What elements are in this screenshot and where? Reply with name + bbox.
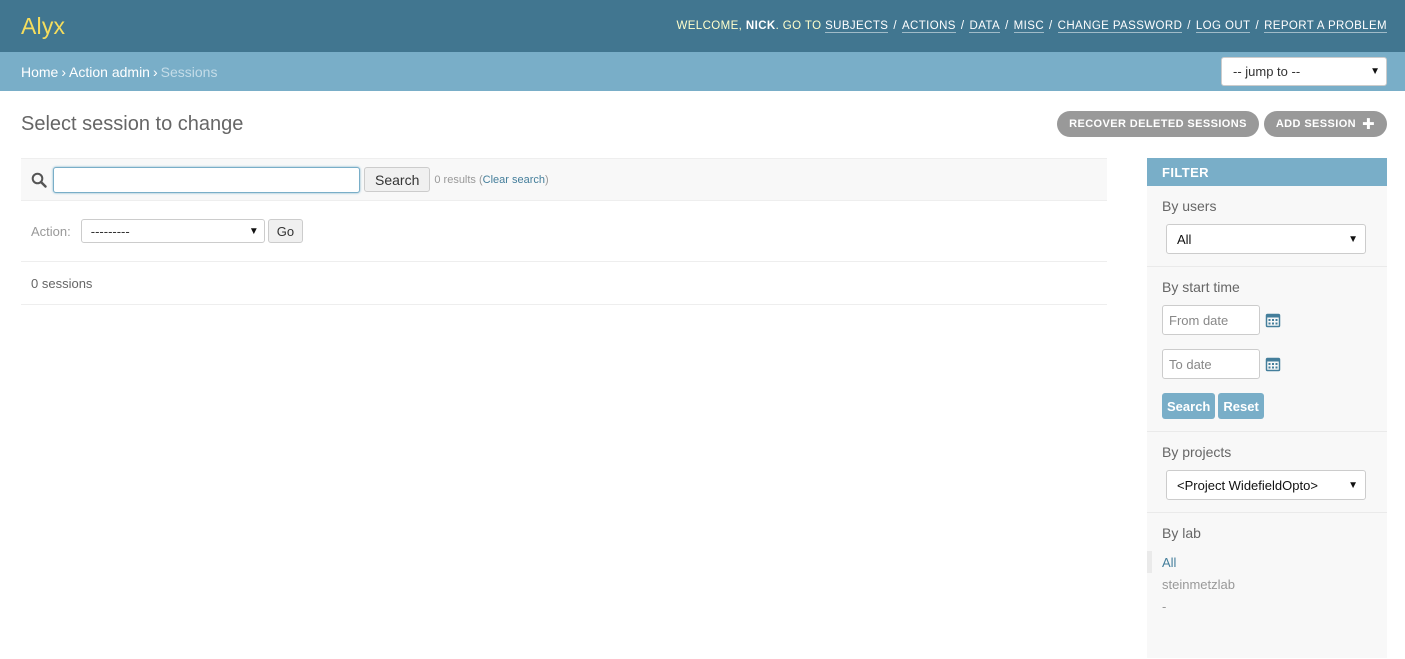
caret-down-icon: ▼ — [1370, 66, 1380, 77]
nav-link-actions[interactable]: ACTIONS — [901, 20, 956, 33]
filter-by-projects-title: By projects — [1162, 444, 1232, 460]
paginator: 0 sessions — [21, 262, 1107, 305]
recover-deleted-sessions-button[interactable]: RECOVER DELETED SESSIONS — [1057, 111, 1259, 137]
breadcrumbs-bar: Home › Action admin › Sessions -- jump to --… — [0, 52, 1405, 91]
search-button[interactable]: Search — [364, 167, 431, 192]
welcome-text: WELCOME, — [676, 20, 743, 32]
to-date-row: To date — [1162, 349, 1372, 379]
action-select[interactable]: --------- ▼ — [80, 219, 265, 243]
to-date-input[interactable]: To date — [1162, 349, 1260, 379]
filter-panel: FILTER By users All ▼ By start time From… — [1147, 158, 1387, 658]
breadcrumb-home[interactable]: Home — [21, 64, 58, 80]
action-label: Action: — [31, 223, 71, 239]
go-button[interactable]: Go — [267, 219, 304, 243]
breadcrumb: Home › Action admin › Sessions — [21, 64, 217, 80]
filter-by-users-title: By users — [1162, 198, 1217, 214]
calendar-icon[interactable] — [1265, 312, 1281, 328]
plus-icon: ✚ — [1362, 115, 1375, 133]
search-icon — [31, 172, 47, 188]
lab-option-none[interactable]: - — [1147, 595, 1372, 617]
add-session-button[interactable]: ADD SESSION ✚ — [1263, 111, 1387, 137]
search-results-info: 0 results (Clear search) — [434, 173, 549, 186]
recover-button-label: RECOVER DELETED SESSIONS — [1069, 118, 1247, 130]
add-button-label: ADD SESSION — [1275, 118, 1357, 130]
filter-by-start-time-title: By start time — [1162, 279, 1240, 295]
breadcrumb-separator: › — [61, 63, 67, 80]
search-input[interactable] — [53, 166, 360, 193]
filter-by-lab: By lab All steinmetzlab - — [1147, 513, 1387, 629]
calendar-icon[interactable] — [1265, 356, 1281, 372]
filter-by-lab-title: By lab — [1162, 525, 1201, 541]
caret-down-icon: ▼ — [1348, 233, 1358, 245]
goto-text: . GO TO — [775, 20, 822, 32]
lab-option-all[interactable]: All — [1147, 551, 1372, 573]
caret-down-icon: ▼ — [1348, 479, 1358, 491]
clear-search-link[interactable]: Clear search — [483, 174, 545, 186]
users-select-value: All — [1177, 231, 1192, 247]
site-brand[interactable]: Alyx — [21, 13, 65, 40]
breadcrumb-action-admin[interactable]: Action admin — [69, 64, 150, 80]
lab-option-steinmetzlab[interactable]: steinmetzlab — [1147, 573, 1372, 595]
nav-link-data[interactable]: DATA — [969, 20, 1001, 33]
nav-link-subjects[interactable]: SUBJECTS — [825, 20, 889, 33]
filter-title: FILTER — [1147, 158, 1387, 186]
date-search-button[interactable]: Search — [1162, 393, 1216, 419]
username: NICK — [745, 20, 776, 32]
actions-bar: Action: --------- ▼ Go — [21, 201, 1107, 262]
breadcrumb-separator: › — [152, 63, 158, 80]
action-select-value: --------- — [90, 223, 130, 239]
jump-to-select[interactable]: -- jump to -- ▼ — [1221, 57, 1387, 86]
date-filter-buttons: Search Reset — [1162, 393, 1372, 419]
users-select[interactable]: All ▼ — [1166, 224, 1366, 254]
projects-select-value: <Project WidefieldOpto> — [1177, 477, 1318, 493]
filter-by-users: By users All ▼ — [1147, 186, 1387, 267]
projects-select[interactable]: <Project WidefieldOpto> ▼ — [1166, 470, 1366, 500]
nav-link-log-out[interactable]: LOG OUT — [1195, 20, 1251, 33]
filter-by-start-time: By start time From date To date Search R… — [1147, 267, 1387, 432]
nav-link-misc[interactable]: MISC — [1013, 20, 1045, 33]
changelist: Search 0 results (Clear search) Action: … — [21, 158, 1107, 305]
site-header: Alyx WELCOME, NICK. GO TO SUBJECTS / ACTI… — [0, 0, 1405, 52]
breadcrumb-current: Sessions — [160, 63, 218, 80]
object-tools: RECOVER DELETED SESSIONS ADD SESSION ✚ — [1057, 111, 1387, 137]
from-date-input[interactable]: From date — [1162, 305, 1260, 335]
nav-link-report-problem[interactable]: REPORT A PROBLEM — [1264, 20, 1387, 33]
caret-down-icon: ▼ — [248, 225, 259, 237]
main-content: Select session to change RECOVER DELETED… — [0, 91, 1405, 659]
user-tools: WELCOME, NICK. GO TO SUBJECTS / ACTIONS / … — [676, 19, 1387, 33]
results-count-text: 0 results ( — [434, 173, 483, 186]
jump-to-value: -- jump to -- — [1233, 64, 1301, 79]
search-toolbar: Search 0 results (Clear search) — [21, 158, 1107, 201]
lab-options: All steinmetzlab - — [1147, 551, 1372, 617]
filter-by-projects: By projects <Project WidefieldOpto> ▼ — [1147, 432, 1387, 513]
page-title: Select session to change — [21, 113, 244, 135]
from-date-row: From date — [1162, 305, 1372, 335]
date-reset-button[interactable]: Reset — [1218, 393, 1264, 419]
nav-link-change-password[interactable]: CHANGE PASSWORD — [1057, 20, 1183, 33]
